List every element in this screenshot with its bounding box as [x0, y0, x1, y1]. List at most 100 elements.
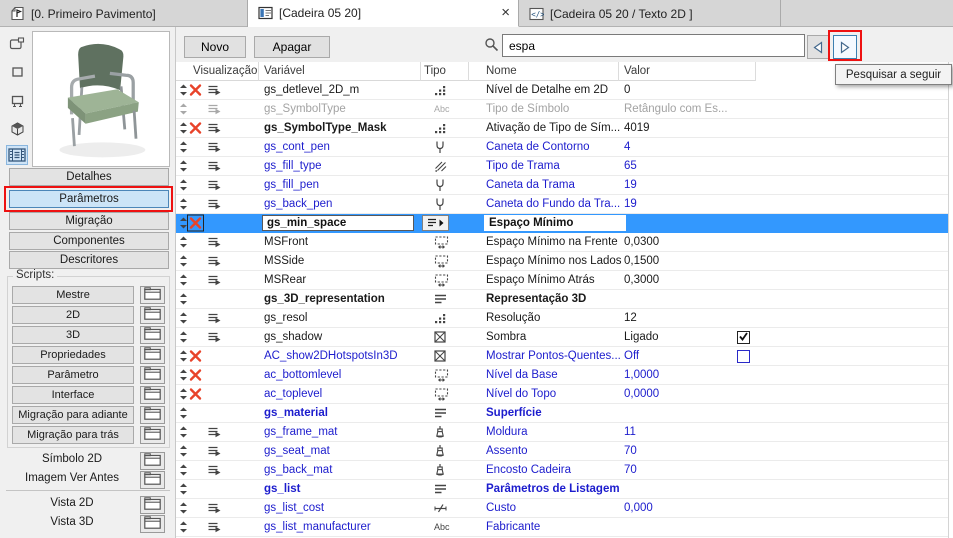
table-row[interactable]: ac_toplevel Nível do Topo 0,0000: [176, 385, 948, 404]
param-value[interactable]: Ligado: [624, 328, 736, 347]
open-script-window-button[interactable]: [140, 306, 165, 324]
script-button-migra-o-para-adiante[interactable]: Migração para adiante: [12, 406, 134, 424]
table-row[interactable]: gs_frame_mat Moldura 11: [176, 423, 948, 442]
sort-handle-icon[interactable]: [179, 350, 188, 363]
value-checkbox-unchecked[interactable]: [737, 350, 750, 363]
table-row[interactable]: gs_3D_representation Representação 3D: [176, 290, 948, 309]
show-in-settings-icon[interactable]: [207, 521, 222, 533]
script-button-par-metro[interactable]: Parâmetro: [12, 366, 134, 384]
open-script-window-button[interactable]: [140, 426, 165, 444]
param-value[interactable]: 0,0000: [624, 385, 736, 404]
section-button-detalhes[interactable]: Detalhes: [9, 168, 169, 186]
show-in-settings-icon[interactable]: [207, 502, 222, 514]
table-row[interactable]: MSSide Espaço Mínimo nos Lados 0,1500: [176, 252, 948, 271]
open-script-window-button[interactable]: [140, 286, 165, 304]
table-row[interactable]: gs_fill_type Tipo de Trama 65: [176, 157, 948, 176]
table-row[interactable]: gs_list Parâmetros de Listagem: [176, 480, 948, 499]
sort-handle-icon[interactable]: [179, 445, 188, 458]
sort-handle-icon[interactable]: [179, 236, 188, 249]
param-value[interactable]: 0,1500: [624, 252, 736, 271]
sort-handle-icon[interactable]: [179, 502, 188, 515]
script-button-migra-o-para-tr-s[interactable]: Migração para trás: [12, 426, 134, 444]
open-script-window-button[interactable]: [140, 326, 165, 344]
param-value[interactable]: 65: [624, 157, 736, 176]
show-in-settings-icon[interactable]: [207, 198, 222, 210]
rectangle-view-icon[interactable]: [6, 62, 28, 82]
show-in-settings-icon[interactable]: [207, 160, 222, 172]
variable-name-field[interactable]: gs_min_space: [262, 215, 414, 231]
param-value[interactable]: [624, 404, 736, 423]
param-value[interactable]: 19: [624, 176, 736, 195]
section-button-migra-o[interactable]: Migração: [9, 212, 169, 230]
param-value[interactable]: 11: [624, 423, 736, 442]
exclude-icon[interactable]: [189, 369, 202, 382]
search-next-button[interactable]: [833, 35, 857, 59]
show-in-settings-icon[interactable]: [207, 445, 222, 457]
search-previous-button[interactable]: [807, 35, 829, 59]
table-row[interactable]: AC_show2DHotspotsIn3D Mostrar Pontos-Quen…: [176, 347, 948, 366]
table-row[interactable]: ac_bottomlevel Nível da Base 1,0000: [176, 366, 948, 385]
exclude-icon[interactable]: [189, 350, 202, 363]
section-button-par-metros[interactable]: Parâmetros: [9, 190, 169, 208]
exclude-icon[interactable]: [189, 122, 202, 135]
table-row[interactable]: gs_list_cost Custo 0,000: [176, 499, 948, 518]
sort-handle-icon[interactable]: [179, 179, 188, 192]
param-value[interactable]: [624, 290, 736, 309]
param-value[interactable]: 70: [624, 461, 736, 480]
show-in-settings-icon[interactable]: [207, 84, 222, 96]
sort-handle-icon[interactable]: [179, 198, 188, 211]
exclude-icon[interactable]: [189, 84, 202, 97]
show-in-settings-icon[interactable]: [207, 179, 222, 191]
show-in-settings-icon[interactable]: [207, 236, 222, 248]
display-name-field[interactable]: Espaço Mínimo: [484, 215, 626, 231]
open-view-window-button[interactable]: [140, 496, 165, 514]
table-row[interactable]: gs_SymbolType_Mask Ativação de Tipo de Sí…: [176, 119, 948, 138]
table-row[interactable]: gs_min_space Espaço Mínimo: [176, 214, 948, 233]
section-button-componentes[interactable]: Componentes: [9, 232, 169, 250]
param-value[interactable]: 0: [624, 81, 736, 100]
close-icon[interactable]: ×: [501, 4, 510, 22]
tab-object-editor[interactable]: [Cadeira 05 20] ×: [248, 0, 519, 27]
table-row[interactable]: gs_seat_mat Assento 70: [176, 442, 948, 461]
sort-handle-icon[interactable]: [179, 274, 188, 287]
exclude-icon[interactable]: [187, 214, 204, 232]
cube-3d-view-icon[interactable]: [6, 119, 28, 139]
sort-handle-icon[interactable]: [179, 388, 188, 401]
table-row[interactable]: gs_detlevel_2D_m Nível de Detalhe em 2D 0: [176, 81, 948, 100]
show-in-settings-icon[interactable]: [207, 141, 222, 153]
show-in-settings-icon[interactable]: [207, 464, 222, 476]
show-in-settings-icon[interactable]: [207, 274, 222, 286]
sort-handle-icon[interactable]: [179, 369, 188, 382]
sort-handle-icon[interactable]: [179, 521, 188, 534]
tab-text-2d[interactable]: </> [Cadeira 05 20 / Texto 2D ]: [519, 0, 781, 27]
param-value[interactable]: 0,000: [624, 499, 736, 518]
param-value[interactable]: 4019: [624, 119, 736, 138]
sort-handle-icon[interactable]: [179, 483, 188, 496]
section-button-descritores[interactable]: Descritores: [9, 251, 169, 269]
param-value[interactable]: Off: [624, 347, 736, 366]
show-in-settings-icon[interactable]: [207, 122, 222, 134]
param-value[interactable]: [624, 518, 736, 537]
sort-handle-icon[interactable]: [179, 255, 188, 268]
param-value[interactable]: 0,3000: [624, 271, 736, 290]
param-value[interactable]: 0,0300: [624, 233, 736, 252]
value-checkbox-checked[interactable]: [737, 331, 750, 344]
delete-parameter-button[interactable]: Apagar: [254, 36, 330, 58]
param-value[interactable]: 1,0000: [624, 366, 736, 385]
object-3d-preview[interactable]: [32, 31, 170, 167]
table-row[interactable]: MSRear Espaço Mínimo Atrás 0,3000: [176, 271, 948, 290]
table-row[interactable]: gs_shadow Sombra Ligado: [176, 328, 948, 347]
search-input[interactable]: [502, 34, 805, 57]
exclude-icon[interactable]: [189, 388, 202, 401]
open-script-window-button[interactable]: [140, 366, 165, 384]
sort-handle-icon[interactable]: [179, 122, 188, 135]
sort-handle-icon[interactable]: [179, 293, 188, 306]
param-value[interactable]: 19: [624, 195, 736, 214]
param-value[interactable]: 70: [624, 442, 736, 461]
sort-handle-icon[interactable]: [179, 141, 188, 154]
param-value[interactable]: Retângulo com Es...: [624, 100, 736, 119]
open-view-window-button[interactable]: [140, 515, 165, 533]
script-button-mestre[interactable]: Mestre: [12, 286, 134, 304]
show-in-settings-icon[interactable]: [207, 103, 222, 115]
script-button-3d[interactable]: 3D: [12, 326, 134, 344]
